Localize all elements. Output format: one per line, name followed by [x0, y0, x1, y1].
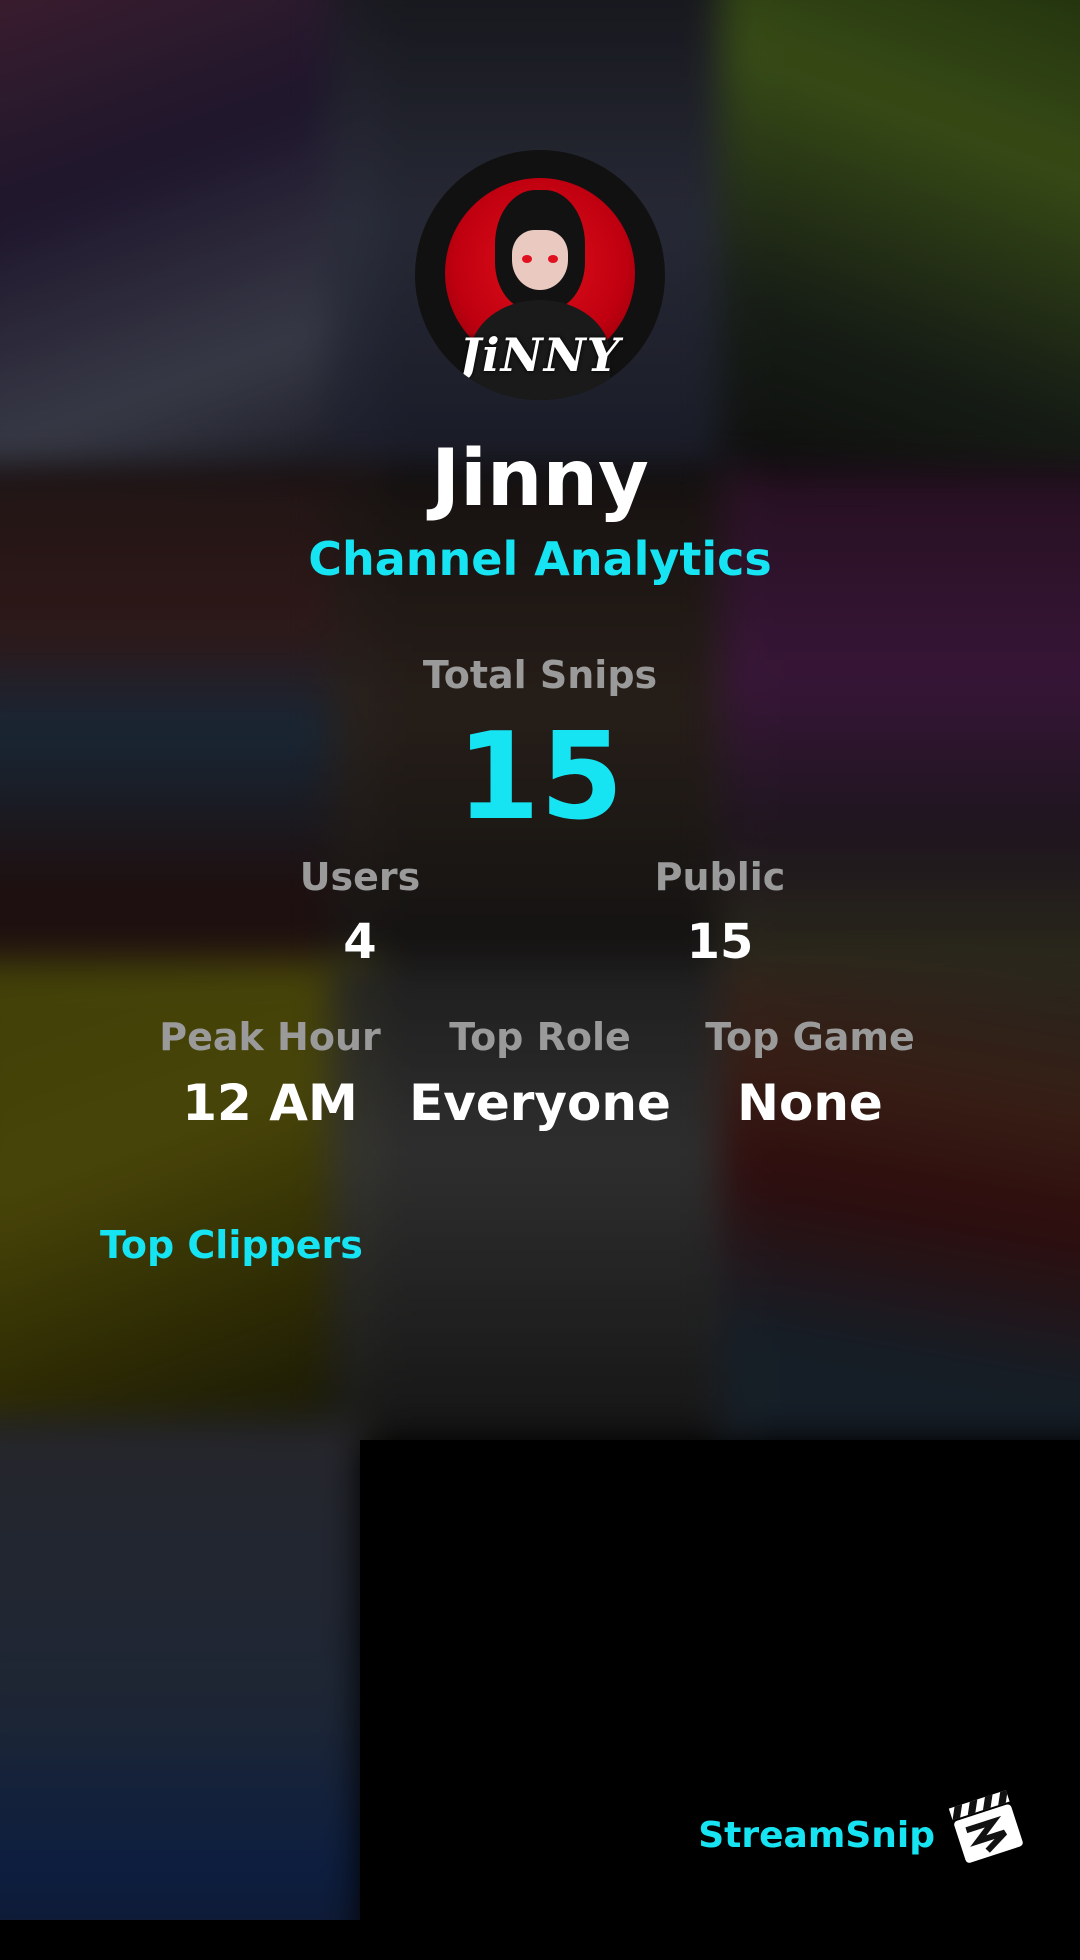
analytics-card: JiNNY Jinny Channel Analytics Total Snip…	[0, 0, 1080, 1920]
total-snips-value: 15	[456, 708, 624, 847]
top-game-value: None	[737, 1074, 883, 1132]
avatar-eye-left	[522, 255, 532, 263]
peak-hour-label: Peak Hour	[159, 1015, 381, 1059]
top-role-label: Top Role	[449, 1015, 631, 1059]
avatar-logo-text: JiNNY	[459, 328, 621, 382]
top-game-label: Top Game	[705, 1015, 915, 1059]
page-subtitle: Channel Analytics	[308, 532, 772, 586]
channel-name: Jinny	[431, 434, 649, 524]
public-label: Public	[654, 855, 786, 899]
brand-name: StreamSnip	[698, 1815, 935, 1856]
channel-avatar: JiNNY	[415, 150, 665, 400]
top-role-value: Everyone	[409, 1074, 671, 1132]
users-value: 4	[343, 914, 377, 970]
avatar-face	[512, 230, 568, 290]
peak-hour-value: 12 AM	[182, 1074, 358, 1132]
clapperboard-icon	[948, 1790, 1023, 1863]
users-label: Users	[299, 855, 421, 899]
total-snips-label: Total Snips	[422, 653, 658, 697]
public-value: 15	[686, 914, 754, 970]
avatar-eye-right	[548, 255, 558, 263]
top-clippers-heading: Top Clippers	[100, 1223, 363, 1267]
